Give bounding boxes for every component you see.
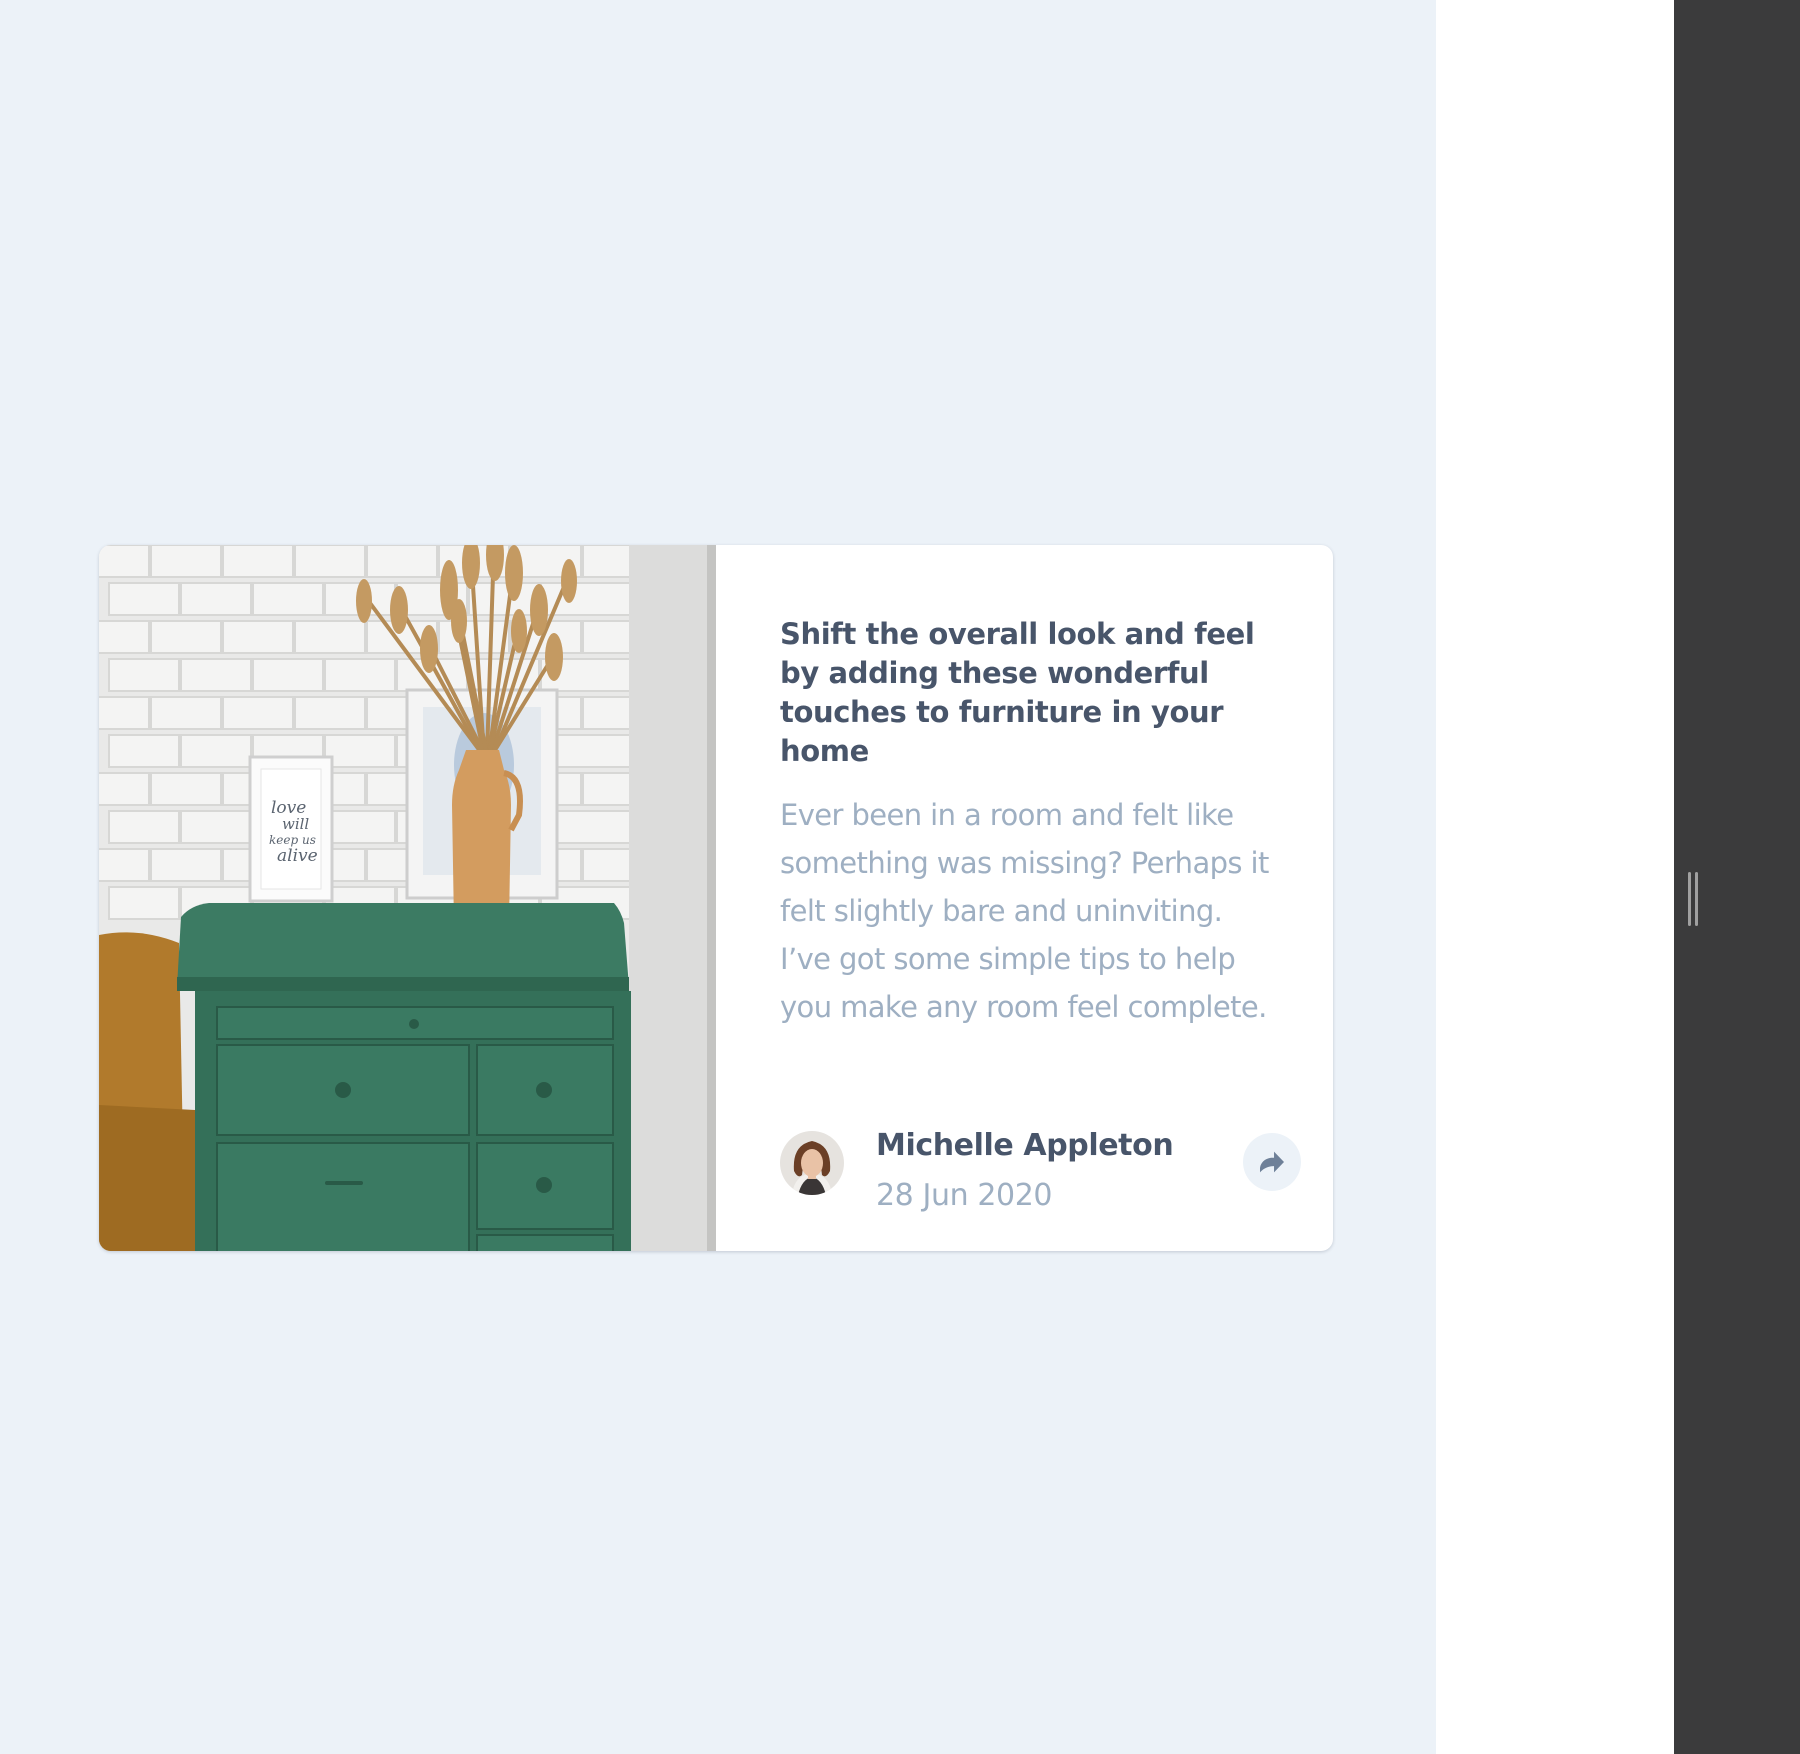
viewport-margin (1436, 0, 1674, 1754)
author-row: Michelle Appleton 28 Jun 2020 (780, 1128, 1305, 1218)
resize-handle[interactable] (1686, 872, 1700, 926)
frame-text-line-3: keep us (269, 833, 316, 847)
frame-text-line-2: will (282, 815, 309, 833)
side-panel (1674, 0, 1800, 1754)
frame-text-line-4: alive (277, 846, 318, 866)
page-viewport: love will keep us alive Shift the overal… (0, 0, 1436, 1754)
author-name: Michelle Appleton (876, 1128, 1174, 1163)
share-button[interactable] (1243, 1133, 1301, 1191)
avatar (780, 1131, 844, 1195)
drawers-image: love will keep us alive (99, 545, 716, 1251)
article-excerpt: Ever been in a room and felt like someth… (780, 798, 1269, 1024)
article-preview-card: love will keep us alive Shift the overal… (99, 545, 1333, 1251)
card-content: Shift the overall look and feel by addin… (780, 615, 1300, 1031)
article-headline[interactable]: Shift the overall look and feel by addin… (780, 615, 1260, 771)
publish-date: 28 Jun 2020 (876, 1178, 1053, 1213)
share-arrow-icon (1260, 1151, 1284, 1173)
